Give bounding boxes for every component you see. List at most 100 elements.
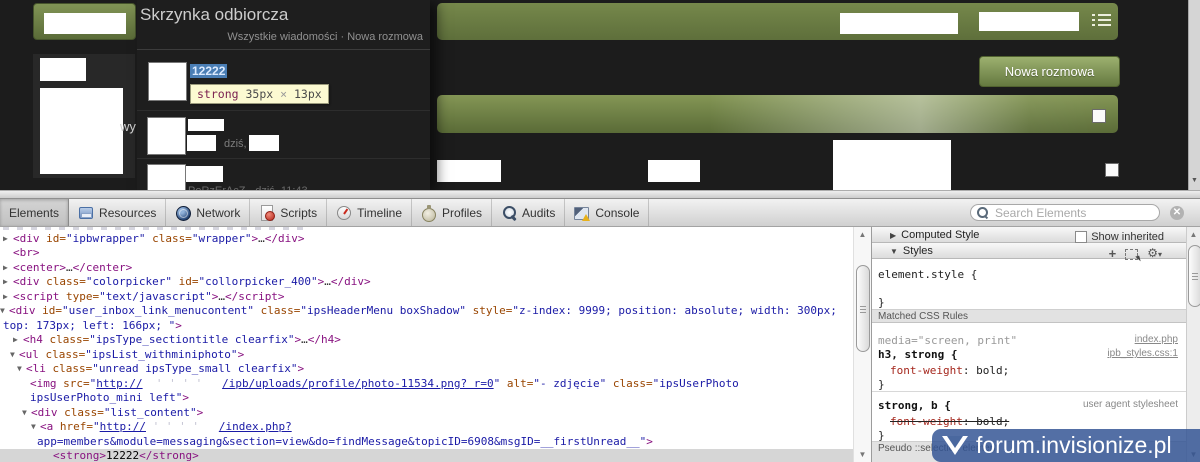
inbox-subtitle-links[interactable]: Wszystkie wiadomości · Nowa rozmowa bbox=[227, 31, 423, 43]
tab-scripts[interactable]: Scripts bbox=[250, 199, 327, 226]
tab-audits[interactable]: Audits bbox=[492, 199, 565, 226]
scrollbar-thumb[interactable] bbox=[856, 265, 870, 352]
expander-closed-icon[interactable]: ▶ bbox=[3, 234, 8, 243]
computed-style-header[interactable]: ▶Computed Style Show inherited bbox=[872, 227, 1186, 243]
code-text: <li class="unread ipsType_small clearfix… bbox=[26, 362, 304, 375]
css-declaration-overridden[interactable]: font-weight: bold; bbox=[890, 415, 1009, 428]
audits-icon bbox=[501, 205, 517, 221]
dom-tree: ▶<div id="ipbwrapper" class="wrapper">…<… bbox=[0, 227, 853, 462]
element-style-open[interactable]: element.style { bbox=[878, 268, 977, 281]
dom-tree-line[interactable]: ▼<div id="user_inbox_link_menucontent" c… bbox=[0, 304, 853, 318]
message-list-item[interactable]: PoRzErAcZ - dziś, 11:43 bbox=[137, 159, 430, 190]
left-panel bbox=[33, 54, 135, 178]
new-style-rule-icon[interactable]: + bbox=[1109, 246, 1117, 262]
resource-link[interactable]: http:// bbox=[100, 420, 146, 433]
scroll-down-icon[interactable]: ▼ bbox=[854, 450, 871, 459]
css-selector[interactable]: h3, strong { bbox=[878, 348, 957, 361]
dom-tree-line[interactable]: ▼ <li class="unread ipsType_small clearfi… bbox=[0, 362, 853, 376]
resources-icon bbox=[78, 205, 94, 221]
console-icon bbox=[574, 205, 590, 221]
expander-open-icon[interactable]: ▼ bbox=[31, 422, 36, 431]
scroll-up-icon[interactable]: ▲ bbox=[1187, 230, 1200, 239]
dom-tree-line[interactable]: <br> bbox=[0, 246, 853, 260]
dom-tree-line[interactable]: ▼<a href="http:// ' ' ' ' /index.php? bbox=[0, 420, 853, 434]
dom-tree-line[interactable]: ipsUserPhoto_mini left"> bbox=[0, 391, 853, 405]
inspect-highlighted-text[interactable]: 12222 bbox=[190, 64, 227, 78]
forum-header-bar bbox=[437, 3, 1118, 40]
dom-tree-line[interactable]: ▶<div class="colorpicker" id="collorpick… bbox=[0, 275, 853, 289]
screenshot-root: wy Nowa rozmowa ▼ Skrzynka odbiorcza Wsz… bbox=[0, 0, 1200, 462]
row-checkbox[interactable] bbox=[1105, 163, 1119, 177]
watermark-text: forum.invisionize.pl bbox=[976, 432, 1172, 459]
expander-open-icon[interactable]: ▼ bbox=[10, 350, 15, 359]
scroll-up-icon[interactable]: ▲ bbox=[854, 230, 871, 239]
expander-open-icon[interactable]: ▼ bbox=[22, 408, 27, 417]
devtools-panel: Elements ResourcesNetworkScripts Timeline P… bbox=[0, 198, 1200, 462]
tab-network[interactable]: Network bbox=[166, 199, 250, 226]
dom-tree-line[interactable]: ▼ <div class="list_content"> bbox=[0, 406, 853, 420]
dom-tree-line[interactable]: <strong>12222</strong> bbox=[0, 449, 853, 462]
tab-profiles[interactable]: Profiles bbox=[412, 199, 492, 226]
dom-tree-line[interactable]: ▼<ul class="ipsList_withminiphoto"> bbox=[0, 348, 853, 362]
tab-console[interactable]: Console bbox=[565, 199, 649, 226]
resource-link[interactable]: /ipb/uploads/profile/photo-11534.png? r=… bbox=[222, 377, 494, 390]
watermark-logo-icon bbox=[942, 435, 968, 456]
tab-label: Elements bbox=[9, 206, 59, 220]
resource-link[interactable]: /index.php? bbox=[219, 420, 292, 433]
message-list-item[interactable]: 12222 strong 35px × 13px bbox=[137, 51, 430, 111]
new-conversation-label: Nowa rozmowa bbox=[1005, 64, 1095, 79]
resource-link[interactable]: http:// bbox=[96, 377, 142, 390]
stylesheet-link[interactable]: ipb_styles.css:1 bbox=[1107, 348, 1178, 359]
scrollbar-thumb[interactable] bbox=[1188, 245, 1200, 307]
stylesheet-link[interactable]: index.php bbox=[1135, 334, 1178, 345]
expander-closed-icon[interactable]: ▶ bbox=[3, 277, 8, 286]
gear-icon[interactable]: ⚙▾ bbox=[1147, 245, 1162, 263]
divider bbox=[137, 49, 430, 50]
search-box[interactable] bbox=[970, 204, 1160, 221]
element-state-icon[interactable] bbox=[1125, 249, 1138, 260]
select-all-checkbox[interactable] bbox=[1092, 109, 1106, 123]
tab-timeline[interactable]: Timeline bbox=[327, 199, 412, 226]
scroll-down-icon[interactable]: ▼ bbox=[1191, 177, 1198, 184]
page-vertical-scrollbar[interactable]: ▼ bbox=[1188, 0, 1200, 190]
sidebar-scrollbar[interactable]: ▲ ▼ bbox=[1186, 227, 1200, 462]
page-horizontal-scrollbar[interactable] bbox=[0, 190, 1200, 198]
tooltip-height: 13px bbox=[294, 87, 322, 101]
close-icon[interactable]: ✕ bbox=[1170, 206, 1184, 220]
message-time: dziś, bbox=[224, 138, 247, 150]
show-inherited-checkbox[interactable] bbox=[1075, 231, 1087, 243]
expander-closed-icon[interactable]: ▶ bbox=[3, 263, 8, 272]
expander-open-icon[interactable]: ▼ bbox=[0, 306, 5, 315]
css-declaration[interactable]: font-weight: bold; bbox=[890, 364, 1009, 377]
search-input[interactable] bbox=[993, 205, 1159, 221]
redacted-box bbox=[40, 58, 86, 81]
redacted-box bbox=[833, 140, 951, 192]
tab-label: Timeline bbox=[357, 206, 402, 220]
styles-header[interactable]: ▼Styles + ⚙▾ bbox=[872, 243, 1186, 259]
css-selector[interactable]: strong, b { bbox=[878, 399, 951, 412]
message-list-item[interactable]: dziś, bbox=[137, 111, 430, 159]
expander-open-icon[interactable]: ▼ bbox=[17, 364, 22, 373]
list-view-icon[interactable] bbox=[1092, 13, 1112, 27]
tooltip-width: 35px bbox=[245, 87, 273, 101]
redacted-avatar bbox=[148, 62, 187, 101]
dom-tree-line[interactable]: ▶<center>…</center> bbox=[0, 261, 853, 275]
dom-tree-line[interactable]: top: 173px; left: 166px; "> bbox=[0, 319, 853, 333]
dom-tree-line[interactable]: ▶<div id="ipbwrapper" class="wrapper">…<… bbox=[0, 232, 853, 246]
dom-tree-line[interactable]: app=members&module=messaging&section=vie… bbox=[0, 435, 853, 449]
section-header-bar bbox=[437, 95, 1118, 133]
expander-closed-icon[interactable]: ▶ bbox=[3, 292, 8, 301]
top-left-button[interactable] bbox=[33, 3, 136, 40]
tab-elements[interactable]: Elements bbox=[0, 199, 69, 226]
tab-resources[interactable]: Resources bbox=[69, 199, 166, 226]
dom-tree-line[interactable]: <img src="http:// ' ' ' ' /ipb/uploads/p… bbox=[0, 377, 853, 391]
dom-tree-scrollbar[interactable]: ▲ ▼ bbox=[853, 227, 871, 462]
dom-tree-line[interactable]: ▶<script type="text/javascript">…</scrip… bbox=[0, 290, 853, 304]
divider bbox=[872, 391, 1186, 392]
inspect-tooltip: strong 35px × 13px bbox=[190, 84, 329, 104]
code-text: ipsUserPhoto_mini left"> bbox=[30, 391, 189, 404]
new-conversation-button[interactable]: Nowa rozmowa bbox=[979, 56, 1120, 87]
expander-closed-icon[interactable]: ▶ bbox=[13, 335, 18, 344]
code-text: <div class="list_content"> bbox=[31, 406, 203, 419]
dom-tree-line[interactable]: ▶<h4 class="ipsType_sectiontitle clearfi… bbox=[0, 333, 853, 347]
